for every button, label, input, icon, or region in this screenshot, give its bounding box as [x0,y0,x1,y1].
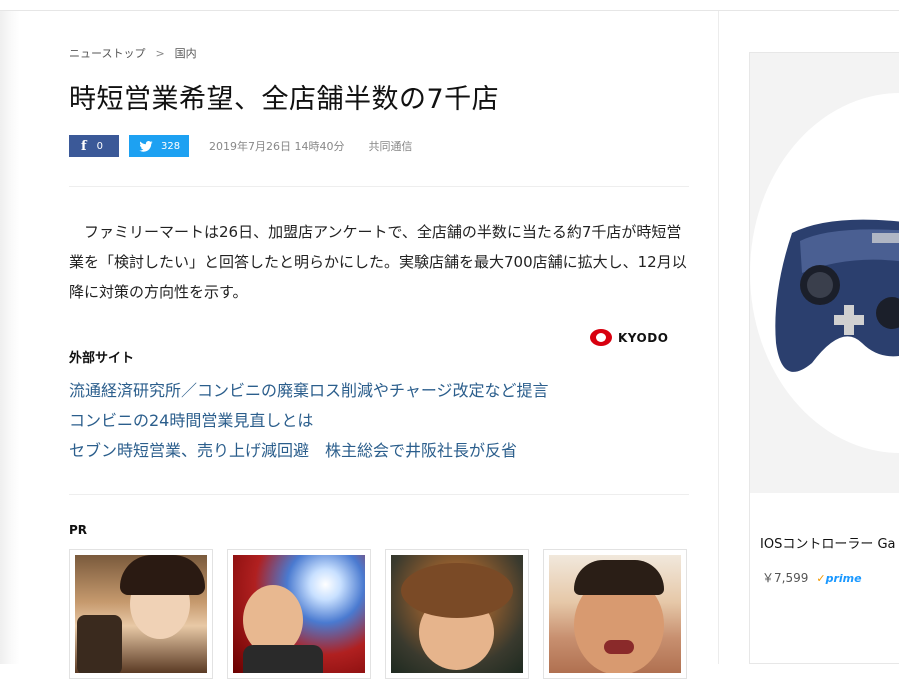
prime-badge: ✓prime [816,572,861,585]
list-item: 流通経済研究所／コンビニの廃棄ロス削減やチャージ改定など提言 [69,379,549,409]
facebook-share-button[interactable]: f 0 [69,135,119,157]
list-item: コンビニの24時間営業見直しとは [69,409,549,439]
share-row: f 0 328 2019年7月26日 14時40分 共同通信 [69,135,412,157]
pr-card[interactable] [385,549,529,679]
divider [69,186,689,187]
breadcrumb-domestic[interactable]: 国内 [175,45,197,61]
pr-card[interactable] [227,549,371,679]
article-source[interactable]: 共同通信 [368,138,412,154]
kyodo-logo-text: KYODO [618,330,669,345]
column-divider [718,11,719,664]
pr-label: PR [69,523,88,537]
external-link[interactable]: コンビニの24時間営業見直しとは [69,411,313,430]
external-link[interactable]: 流通経済研究所／コンビニの廃棄ロス削減やチャージ改定など提言 [69,381,549,400]
pr-thumbnail-image [549,555,681,673]
pr-card[interactable] [543,549,687,679]
gamepad-icon [775,219,899,372]
facebook-count: 0 [96,140,103,152]
article-body: ファミリーマートは26日、加盟店アンケートで、全店舗の半数に当たる約7千店が時短… [69,223,687,301]
kyodo-logo: KYODO [590,329,668,346]
kyodo-mark-icon [590,329,612,346]
ad-product-card[interactable]: IOSコントローラー Ga ￥7,599 ✓prime [749,52,899,664]
breadcrumb: ニューストップ > 国内 [69,45,197,61]
facebook-icon: f [81,138,87,154]
twitter-share-button[interactable]: 328 [129,135,189,157]
pr-thumbnails [69,549,687,679]
pr-thumbnail-image [75,555,207,673]
pr-card[interactable] [69,549,213,679]
divider [69,494,689,495]
twitter-icon [139,140,153,152]
article-date: 2019年7月26日 14時40分 [209,140,345,153]
prime-check-icon: ✓ [816,572,826,585]
external-links-list: 流通経済研究所／コンビニの廃棄ロス削減やチャージ改定など提言 コンビニの24時間… [69,379,549,469]
pr-thumbnail-image [233,555,365,673]
breadcrumb-news-top[interactable]: ニューストップ [69,45,145,61]
pr-thumbnail-image [391,555,523,673]
breadcrumb-separator: > [155,46,165,60]
twitter-count: 328 [161,140,181,152]
ad-price-row: ￥7,599 ✓prime [762,569,862,586]
left-page-shade [0,11,20,664]
ad-price: ￥7,599 [762,571,809,585]
ad-product-title[interactable]: IOSコントローラー Ga [760,533,896,552]
article-title: 時短営業希望、全店舗半数の7千店 [69,84,500,115]
list-item: セブン時短営業、売り上げ減回避 株主総会で井阪社長が反省 [69,439,549,469]
ad-product-image [750,53,899,493]
external-sites-heading: 外部サイト [69,351,135,366]
prime-label: prime [825,572,862,585]
top-bar [0,0,899,11]
external-link[interactable]: セブン時短営業、売り上げ減回避 株主総会で井阪社長が反省 [69,441,517,460]
